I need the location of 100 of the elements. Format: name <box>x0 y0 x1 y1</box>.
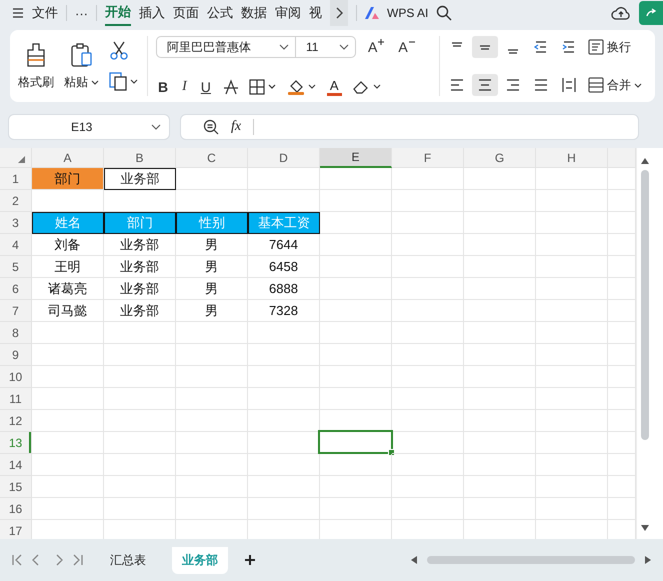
row-header[interactable]: 10 <box>0 366 32 388</box>
ribbon-tab[interactable]: 插入 <box>139 1 165 25</box>
file-menu[interactable]: 文件 <box>32 4 58 22</box>
table-cell: 姓名 <box>32 212 104 234</box>
table-cell <box>392 300 464 322</box>
row-header[interactable]: 16 <box>0 498 32 520</box>
table-cell: 业务部 <box>104 278 176 300</box>
search-icon[interactable] <box>436 5 452 21</box>
ribbon-tab[interactable]: 数据 <box>241 1 267 25</box>
table-cell <box>176 366 248 388</box>
ribbon-tab[interactable]: 开始 <box>105 0 131 26</box>
row-header[interactable]: 9 <box>0 344 32 366</box>
scroll-right-icon[interactable] <box>645 556 651 564</box>
zoom-icon[interactable] <box>203 119 219 135</box>
wps-ai-button[interactable]: WPS AI <box>387 6 428 20</box>
column-header[interactable]: A <box>32 148 104 168</box>
row-header[interactable]: 5 <box>0 256 32 278</box>
ribbon-tab[interactable]: 页面 <box>173 1 199 25</box>
table-cell <box>464 212 536 234</box>
column-header[interactable]: D <box>248 148 320 168</box>
scroll-down-icon[interactable] <box>641 525 649 531</box>
bold-button[interactable]: B <box>156 79 170 95</box>
column-header[interactable]: C <box>176 148 248 168</box>
menu-icon[interactable] <box>12 8 24 18</box>
merge-button[interactable]: 合并 <box>588 76 642 94</box>
row-header[interactable]: 1 <box>0 168 32 190</box>
shrink-font-button[interactable]: A <box>396 39 417 55</box>
table-cell <box>320 256 392 278</box>
grow-font-button[interactable]: A <box>366 39 386 55</box>
table-cell: 6458 <box>248 256 320 278</box>
column-header[interactable]: E <box>320 148 392 168</box>
row-header[interactable]: 17 <box>0 520 32 539</box>
column-header[interactable]: B <box>104 148 176 168</box>
scroll-tabs-button[interactable] <box>330 0 348 26</box>
select-all-icon[interactable] <box>18 156 25 163</box>
row-header[interactable]: 2 <box>0 190 32 212</box>
add-sheet-icon[interactable] <box>244 554 256 566</box>
italic-button[interactable]: I <box>180 79 189 95</box>
font-color-button[interactable]: A <box>326 78 342 96</box>
paste-button[interactable]: 粘贴 <box>64 42 99 90</box>
format-painter-button[interactable]: 格式刷 <box>18 42 54 90</box>
table-cell: 性别 <box>176 212 248 234</box>
borders-icon[interactable] <box>248 79 277 95</box>
name-box[interactable]: E13 <box>8 114 170 140</box>
caret-icon <box>279 44 289 50</box>
strikethrough-icon[interactable] <box>222 79 239 95</box>
sheet-tab[interactable]: 汇总表 <box>100 546 156 574</box>
table-cell: 男 <box>176 278 248 300</box>
scissors-icon[interactable] <box>109 41 129 61</box>
sheet-nav-icons[interactable] <box>12 554 84 566</box>
table-cell <box>176 344 248 366</box>
cloud-upload-icon[interactable] <box>611 5 631 21</box>
font-size-select[interactable]: 11 <box>296 36 356 58</box>
ribbon-tab[interactable]: 审阅 <box>275 1 301 25</box>
table-cell <box>176 432 248 454</box>
column-header[interactable]: G <box>464 148 536 168</box>
row-header[interactable]: 13 <box>0 432 32 454</box>
font-select[interactable]: 阿里巴巴普惠体 <box>156 36 296 58</box>
row-header[interactable]: 15 <box>0 476 32 498</box>
function-button[interactable]: fx <box>231 119 242 135</box>
row-header[interactable]: 11 <box>0 388 32 410</box>
align-icon[interactable] <box>472 36 498 58</box>
row-header[interactable]: 8 <box>0 322 32 344</box>
column-header[interactable]: F <box>392 148 464 168</box>
row-header[interactable]: 12 <box>0 410 32 432</box>
table-cell <box>320 300 392 322</box>
share-icon <box>645 7 657 19</box>
share-button[interactable] <box>639 1 663 25</box>
table-cell <box>392 366 464 388</box>
wrap-text-button[interactable]: 换行 <box>588 38 631 56</box>
caret-icon <box>634 82 642 88</box>
ribbon-tab[interactable]: 视 <box>309 1 322 25</box>
column-header[interactable]: H <box>536 148 608 168</box>
table-cell <box>464 344 536 366</box>
formula-field[interactable]: fx <box>180 114 639 140</box>
table-cell <box>320 322 392 344</box>
scroll-up-icon[interactable] <box>641 158 649 164</box>
table-cell <box>176 322 248 344</box>
table-cell <box>248 498 320 520</box>
table-cell <box>176 476 248 498</box>
table-cell <box>104 322 176 344</box>
row-header[interactable]: 14 <box>0 454 32 476</box>
row-header[interactable]: 3 <box>0 212 32 234</box>
copy-icon[interactable] <box>109 71 139 91</box>
eraser-icon[interactable] <box>352 79 382 95</box>
scrollbar-thumb[interactable] <box>427 556 635 564</box>
more-menu[interactable]: ··· <box>75 6 88 20</box>
table-cell <box>32 432 104 454</box>
table-cell: 王明 <box>32 256 104 278</box>
row-header[interactable]: 6 <box>0 278 32 300</box>
scroll-left-icon[interactable] <box>411 556 417 564</box>
underline-button[interactable]: U <box>198 79 213 95</box>
table-cell <box>464 300 536 322</box>
table-cell <box>320 498 392 520</box>
ribbon-tab[interactable]: 公式 <box>207 1 233 25</box>
row-header[interactable]: 4 <box>0 234 32 256</box>
row-header[interactable]: 7 <box>0 300 32 322</box>
align-icon[interactable] <box>472 74 498 96</box>
scrollbar-thumb[interactable] <box>641 170 649 440</box>
fill-color-icon[interactable] <box>286 78 317 96</box>
